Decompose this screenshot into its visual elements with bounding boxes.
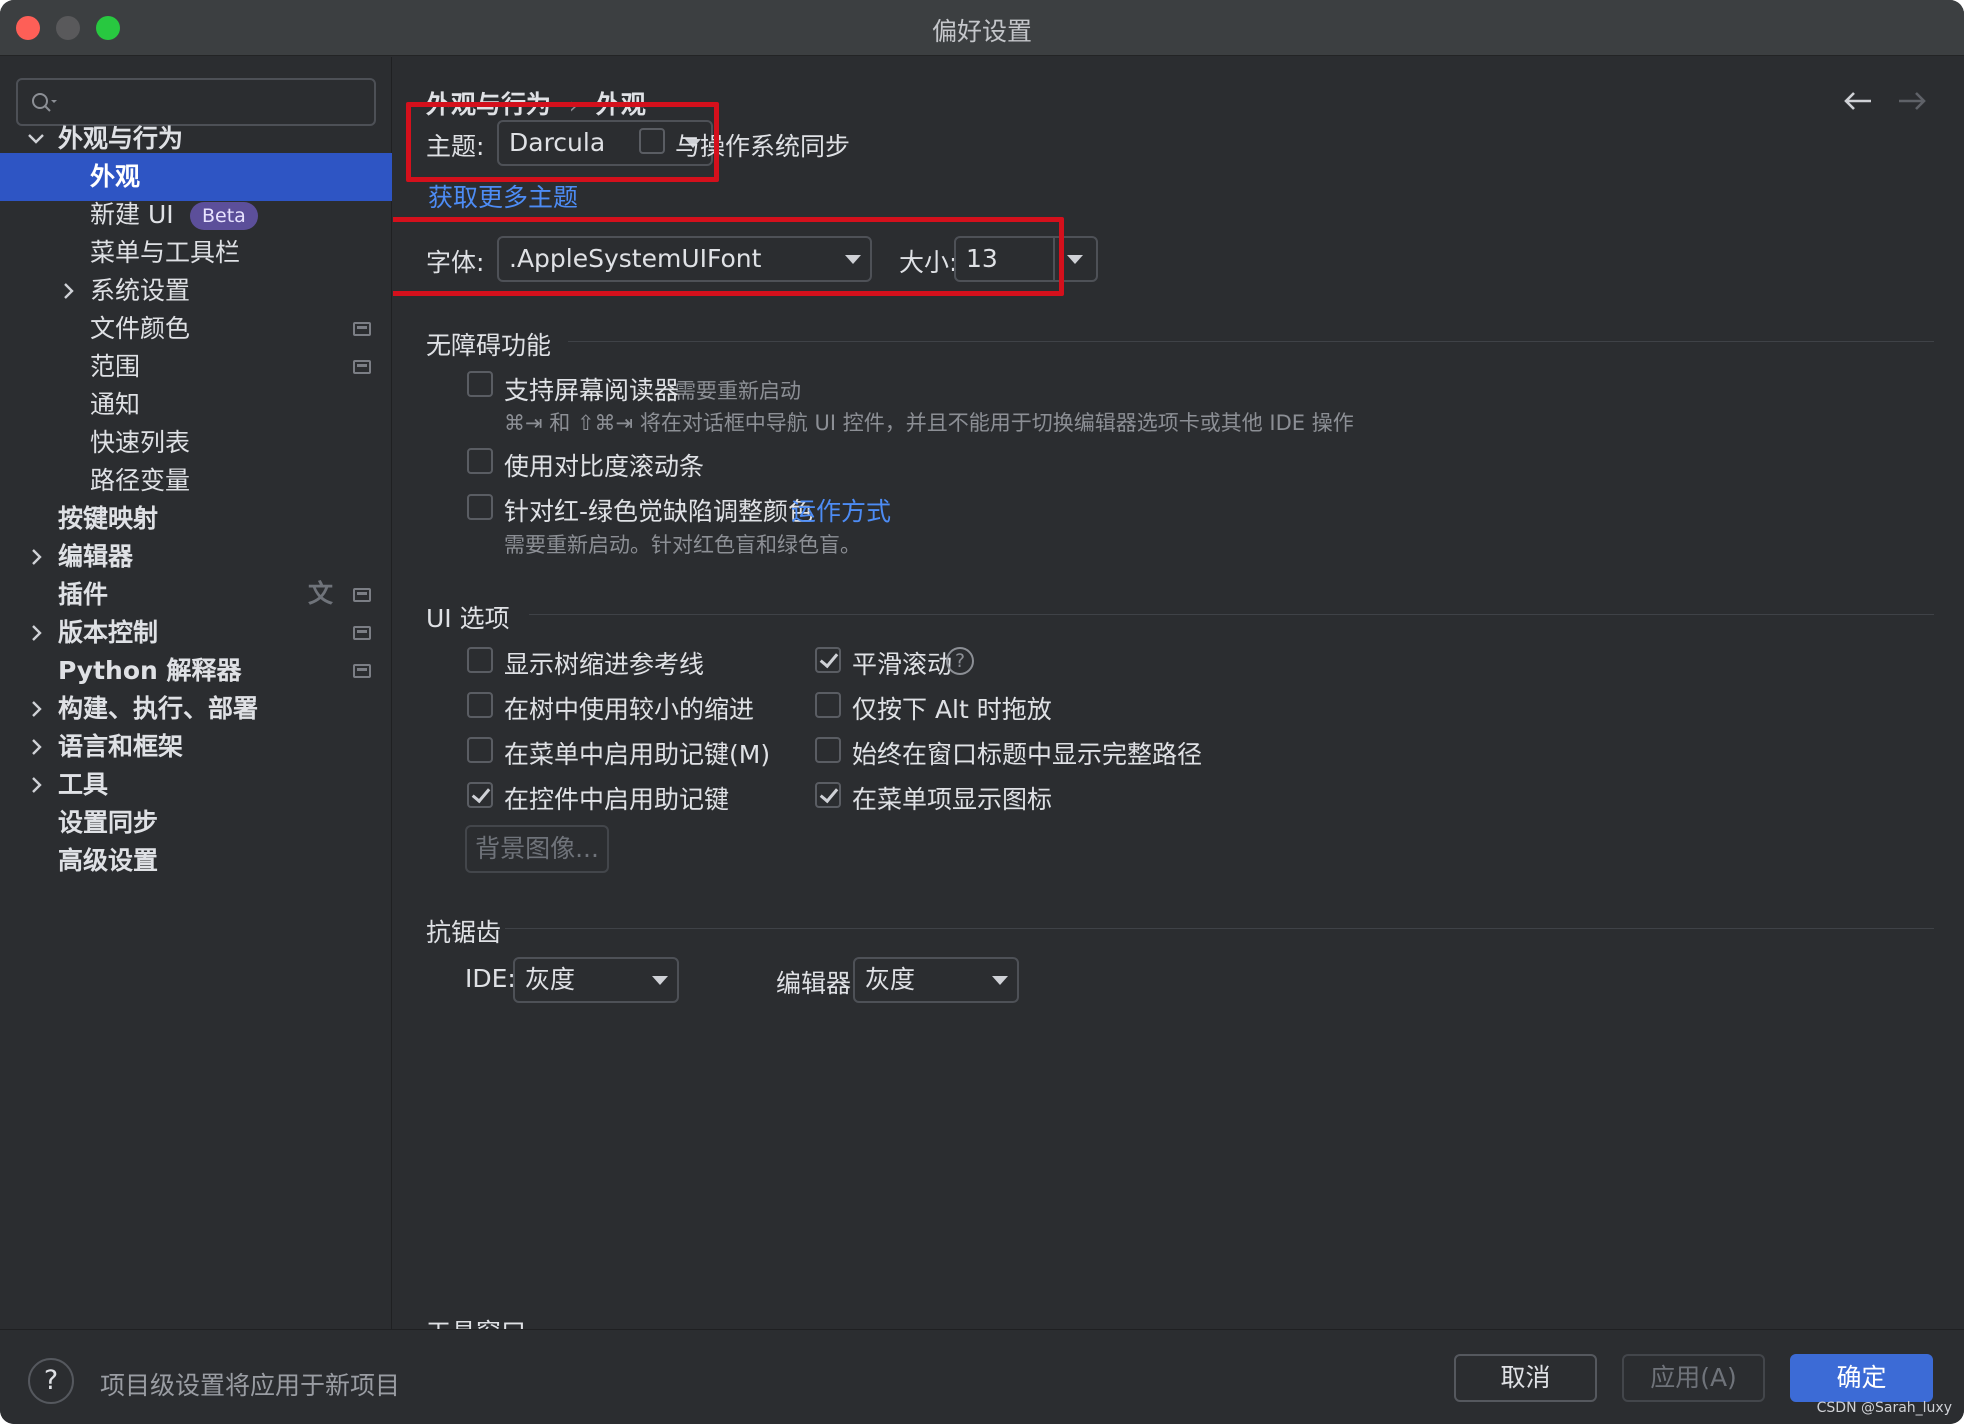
project-scope-icon [353, 322, 371, 336]
font-size-combo[interactable]: 13 [954, 236, 1098, 282]
sidebar-item-advanced-settings[interactable]: 高级设置 [0, 837, 392, 885]
cancel-button[interactable]: 取消 [1454, 1354, 1597, 1402]
chevron-right-icon [32, 777, 42, 793]
alt-drag-drop-label: 仅按下 Alt 时拖放 [852, 695, 1052, 724]
chevron-down-icon [28, 134, 44, 144]
ui-options-section-title: UI 选项 [426, 604, 510, 633]
section-divider [568, 341, 1934, 342]
smooth-scrolling-label: 平滑滚动 [852, 650, 953, 679]
preferences-window: 偏好设置 外观与行为 外观 新建 UI Beta 菜单与工具栏 系统设置 文件颜… [0, 0, 1964, 1424]
screen-reader-label: 支持屏幕阅读器 [504, 376, 680, 405]
control-mnemonics-checkbox[interactable] [467, 782, 493, 808]
help-button[interactable]: ? [28, 1358, 74, 1404]
breadcrumb-current: 外观 [595, 90, 646, 119]
footer-note: 项目级设置将应用于新项目 [100, 1371, 401, 1400]
font-label: 字体: [426, 248, 485, 277]
breadcrumb: 外观与行为 › 外观 [426, 85, 646, 121]
screen-reader-checkbox[interactable] [467, 371, 493, 397]
chevron-right-icon [32, 739, 42, 755]
ide-antialiasing-select[interactable]: 灰度 [513, 957, 679, 1003]
forward-arrow-icon[interactable] [1895, 87, 1929, 115]
tool-windows-section-title: 工具窗口 [426, 1313, 526, 1329]
editor-antialiasing-label: 编辑器: [776, 969, 860, 998]
menu-icons-checkbox[interactable] [815, 782, 841, 808]
tree-indent-guides-checkbox[interactable] [467, 647, 493, 673]
project-scope-icon [353, 664, 371, 678]
restart-required-note: 需要重新启动 [675, 379, 801, 403]
antialiasing-section-title: 抗锯齿 [426, 918, 502, 947]
dropdown-arrow-icon [652, 976, 668, 985]
theme-select-value: Darcula [509, 128, 606, 157]
background-image-button[interactable]: 背景图像... [465, 825, 609, 873]
beta-badge: Beta [190, 202, 258, 230]
help-icon[interactable]: ? [946, 647, 974, 675]
contrast-scrollbars-checkbox[interactable] [467, 448, 493, 474]
chevron-right-icon [32, 549, 42, 565]
sync-with-os-label: 与操作系统同步 [675, 132, 851, 161]
menu-icons-label: 在菜单项显示图标 [852, 785, 1053, 814]
back-arrow-icon[interactable] [1841, 87, 1875, 115]
project-scope-icon [353, 626, 371, 640]
color-deficiency-hint: 需要重新启动。针对红色盲和绿色盲。 [504, 533, 861, 557]
menu-mnemonics-checkbox[interactable] [467, 737, 493, 763]
editor-antialiasing-value: 灰度 [865, 965, 916, 994]
section-divider [529, 614, 1934, 615]
ok-button[interactable]: 确定 [1790, 1354, 1933, 1402]
breadcrumb-separator: › [569, 94, 578, 119]
color-deficiency-label: 针对红-绿色觉缺陷调整颜色 [504, 497, 814, 526]
chevron-right-icon [64, 283, 74, 299]
ide-antialiasing-value: 灰度 [525, 965, 576, 994]
breadcrumb-parent[interactable]: 外观与行为 [426, 90, 551, 119]
translate-icon: 文 [308, 579, 334, 608]
apply-button[interactable]: 应用(A) [1622, 1354, 1765, 1402]
dropdown-arrow-icon [845, 255, 861, 264]
window-title: 偏好设置 [931, 17, 1032, 46]
section-divider [505, 928, 1934, 929]
smaller-tree-indent-label: 在树中使用较小的缩进 [504, 695, 755, 724]
dropdown-arrow-icon [1067, 255, 1083, 264]
font-size-label: 大小: [899, 248, 958, 277]
chevron-right-icon [32, 701, 42, 717]
get-more-themes-link[interactable]: 获取更多主题 [428, 178, 578, 214]
color-deficiency-checkbox[interactable] [467, 494, 493, 520]
editor-antialiasing-select[interactable]: 灰度 [853, 957, 1019, 1003]
settings-sidebar: 外观与行为 外观 新建 UI Beta 菜单与工具栏 系统设置 文件颜色 范围 … [0, 57, 392, 1329]
font-select[interactable]: .AppleSystemUIFont [497, 236, 872, 282]
alt-drag-drop-checkbox[interactable] [815, 692, 841, 718]
chevron-right-icon [32, 625, 42, 641]
contrast-scrollbars-label: 使用对比度滚动条 [504, 452, 705, 481]
menu-mnemonics-label: 在菜单中启用助记键(M) [504, 740, 771, 769]
sync-with-os-checkbox[interactable] [639, 128, 665, 154]
combo-divider [1053, 238, 1055, 280]
smaller-tree-indent-checkbox[interactable] [467, 692, 493, 718]
full-path-title-checkbox[interactable] [815, 737, 841, 763]
accessibility-section-title: 无障碍功能 [426, 331, 552, 360]
settings-content: 外观与行为 › 外观 主题: Darcula 与操作系统同步 获取更多主题 字体: … [393, 57, 1964, 1329]
full-path-title-label: 始终在窗口标题中显示完整路径 [852, 740, 1203, 769]
search-icon [32, 93, 57, 112]
screen-reader-hint: ⌘⇥ 和 ⇧⌘⇥ 将在对话框中导航 UI 控件，并且不能用于切换编辑器选项卡或其… [504, 411, 1354, 435]
tree-indent-guides-label: 显示树缩进参考线 [504, 650, 705, 679]
ide-antialiasing-label: IDE: [465, 964, 516, 993]
control-mnemonics-label: 在控件中启用助记键 [504, 785, 730, 814]
smooth-scrolling-checkbox[interactable] [815, 647, 841, 673]
watermark: CSDN @Sarah_luxy [1816, 1400, 1952, 1416]
font-size-value: 13 [966, 244, 998, 273]
theme-label: 主题: [426, 132, 485, 161]
project-scope-icon [353, 588, 371, 602]
font-select-value: .AppleSystemUIFont [509, 244, 762, 273]
sidebar-item-label: 高级设置 [58, 846, 159, 875]
dialog-footer: ? 项目级设置将应用于新项目 取消 应用(A) 确定 CSDN @Sarah_l… [0, 1329, 1964, 1424]
dropdown-arrow-icon [992, 976, 1008, 985]
project-scope-icon [353, 360, 371, 374]
how-it-works-link[interactable]: 运作方式 [791, 492, 891, 528]
title-bar: 偏好设置 [0, 0, 1964, 56]
